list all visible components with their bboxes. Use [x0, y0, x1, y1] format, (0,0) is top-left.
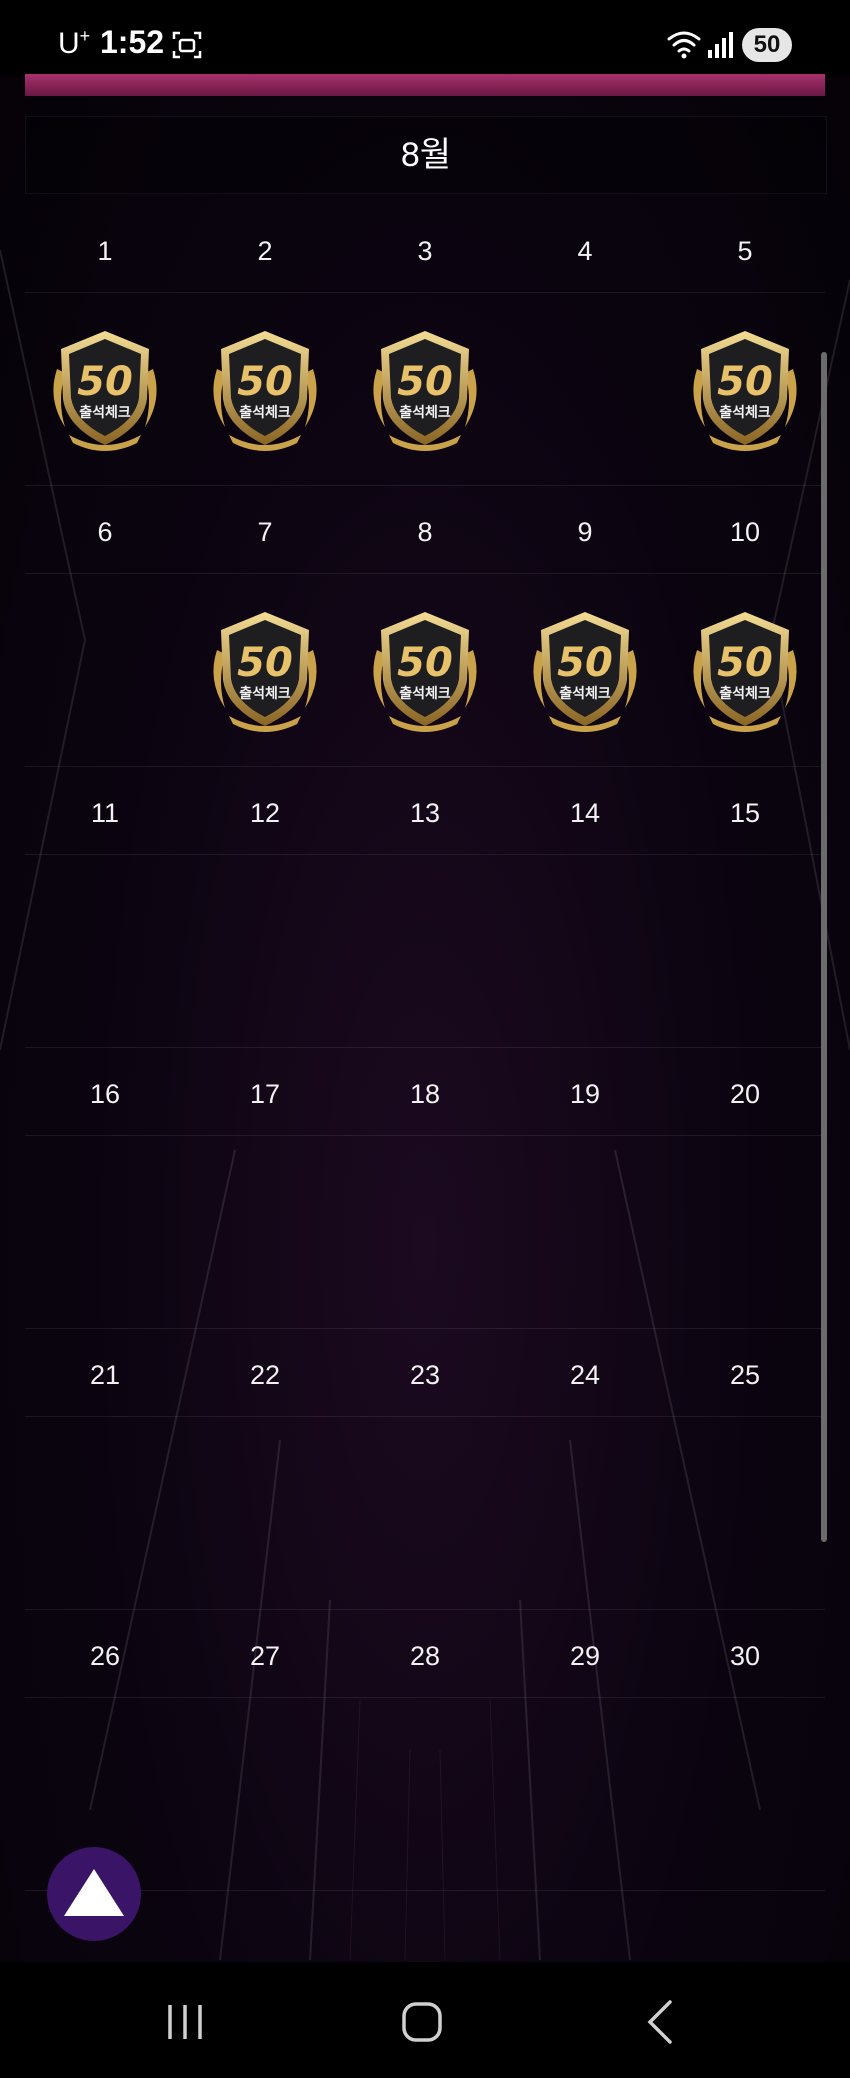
attendance-calendar-screen: U+ 1:52 50 8월 1 50 출석체크 2 50 출석체크 3 50 출… — [0, 0, 850, 2078]
attendance-stamp-icon: 50 출석체크 — [199, 323, 331, 455]
row-divider — [25, 766, 825, 767]
calendar-day-number: 9 — [577, 517, 593, 547]
row-divider — [25, 1890, 825, 1891]
calendar-day-number: 14 — [569, 798, 601, 828]
stamp-number: 50 — [237, 640, 293, 686]
stamp-label: 출석체크 — [79, 404, 131, 421]
calendar-day-number: 22 — [249, 1360, 281, 1390]
calendar-day-number: 2 — [257, 236, 273, 266]
attendance-stamp-icon: 50 출석체크 — [39, 323, 171, 455]
row-divider — [25, 573, 825, 574]
screenshot-icon — [172, 31, 202, 59]
calendar-day-number: 23 — [409, 1360, 441, 1390]
attendance-stamp-icon: 50 출석체크 — [679, 323, 811, 455]
calendar-day-number: 17 — [249, 1079, 281, 1109]
scroll-to-top-button[interactable] — [47, 1847, 141, 1941]
row-divider — [25, 1609, 825, 1610]
stamp-label: 출석체크 — [559, 685, 611, 702]
calendar-day-number: 30 — [729, 1641, 761, 1671]
calendar-day-number: 12 — [249, 798, 281, 828]
stamp-number: 50 — [397, 359, 453, 405]
attendance-stamp-icon: 50 출석체크 — [519, 604, 651, 736]
calendar-day-number: 4 — [577, 236, 593, 266]
status-bar: U+ 1:52 50 — [0, 0, 850, 76]
calendar-day-number: 24 — [569, 1360, 601, 1390]
month-title: 8월 — [25, 116, 827, 194]
row-divider — [25, 1697, 825, 1698]
recents-icon[interactable] — [145, 1992, 225, 2052]
navigation-bar — [0, 1962, 850, 2078]
row-divider — [25, 854, 825, 855]
calendar-day-number: 3 — [417, 236, 433, 266]
stamp-label: 출석체크 — [239, 685, 291, 702]
stamp-number: 50 — [77, 359, 133, 405]
row-divider — [25, 292, 825, 293]
stamp-label: 출석체크 — [399, 404, 451, 421]
background-decoration — [0, 249, 850, 1961]
stamp-label: 출석체크 — [399, 685, 451, 702]
calendar-day-number: 26 — [89, 1641, 121, 1671]
stamp-number: 50 — [717, 640, 773, 686]
attendance-stamp-icon: 50 출석체크 — [199, 604, 331, 736]
carrier-name: U — [58, 27, 80, 60]
back-icon[interactable] — [622, 1992, 702, 2052]
calendar-day-number: 8 — [417, 517, 433, 547]
carrier-plus: + — [79, 26, 91, 46]
calendar-day-number: 27 — [249, 1641, 281, 1671]
stamp-number: 50 — [557, 640, 613, 686]
home-icon[interactable] — [382, 1992, 462, 2052]
attendance-stamp-icon: 50 출석체크 — [359, 323, 491, 455]
signal-icon — [708, 32, 733, 58]
stamp-number: 50 — [717, 359, 773, 405]
stamp-label: 출석체크 — [719, 685, 771, 702]
attendance-stamp-icon: 50 출석체크 — [359, 604, 491, 736]
calendar-day-number: 16 — [89, 1079, 121, 1109]
carrier-label: U+ — [58, 26, 90, 61]
calendar-day-number: 28 — [409, 1641, 441, 1671]
stamp-label: 출석체크 — [719, 404, 771, 421]
calendar-day-number: 18 — [409, 1079, 441, 1109]
calendar-day-number: 5 — [737, 236, 753, 266]
row-divider — [25, 1328, 825, 1329]
calendar-day-number: 15 — [729, 798, 761, 828]
status-time: 1:52 — [100, 24, 165, 60]
calendar-day-number: 1 — [97, 236, 113, 266]
calendar-day-number: 19 — [569, 1079, 601, 1109]
triangle-up-icon — [64, 1869, 124, 1916]
calendar-day-number: 13 — [409, 798, 441, 828]
attendance-stamp-icon: 50 출석체크 — [679, 604, 811, 736]
calendar-day-number: 10 — [729, 517, 761, 547]
top-accent-strip — [25, 74, 825, 96]
battery-indicator: 50 — [742, 28, 792, 62]
calendar-day-number: 11 — [90, 798, 120, 828]
stamp-number: 50 — [397, 640, 453, 686]
row-divider — [25, 1047, 825, 1048]
calendar-day-number: 25 — [729, 1360, 761, 1390]
calendar-day-number: 6 — [97, 517, 113, 547]
row-divider — [25, 1135, 825, 1136]
scrollbar[interactable] — [821, 352, 827, 1542]
calendar-day-number: 7 — [257, 517, 273, 547]
row-divider — [25, 1416, 825, 1417]
calendar-day-number: 29 — [569, 1641, 601, 1671]
calendar-day-number: 21 — [89, 1360, 121, 1390]
wifi-icon — [667, 31, 701, 59]
calendar-day-number: 20 — [729, 1079, 761, 1109]
stamp-number: 50 — [237, 359, 293, 405]
stamp-label: 출석체크 — [239, 404, 291, 421]
row-divider — [25, 485, 825, 486]
